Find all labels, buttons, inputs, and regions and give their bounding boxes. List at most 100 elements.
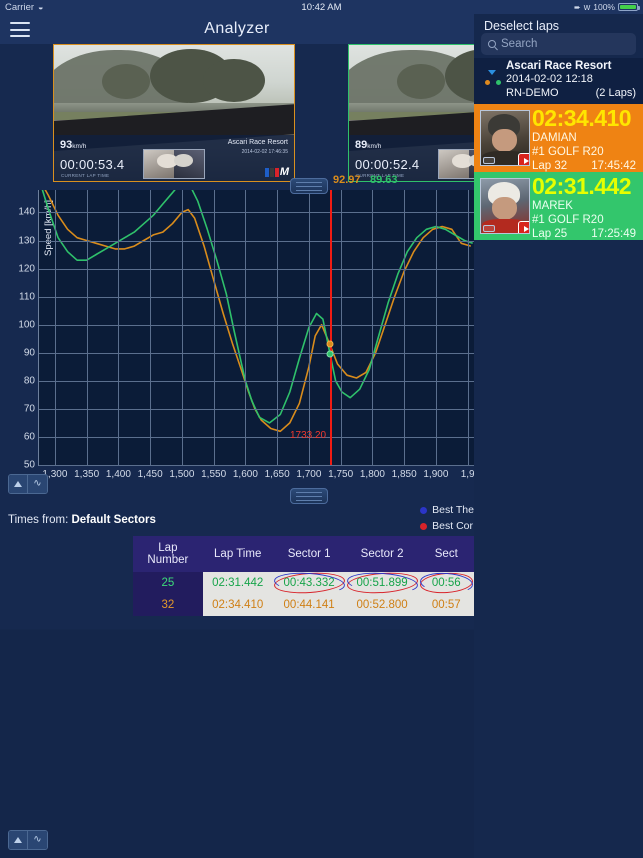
cell-lap-number: 32	[133, 594, 203, 616]
search-input[interactable]	[501, 38, 629, 50]
x-axis-tick-label: 1,9	[460, 469, 474, 480]
disclosure-triangle-icon[interactable]	[488, 70, 496, 75]
lap-times-section: Times from: Default Sectors Best The Bes…	[0, 496, 474, 686]
bmw-m-logo: M	[244, 166, 289, 178]
drag-grip[interactable]	[483, 157, 495, 164]
gridline-vertical	[372, 190, 374, 465]
times-from-value[interactable]: Default Sectors	[71, 514, 155, 526]
cursor-x-value: 1733.20	[289, 430, 327, 441]
chart-series-svg	[41, 190, 473, 433]
gridline-vertical	[467, 190, 469, 465]
battery-icon	[618, 3, 640, 11]
video-telemetry-overlay: 89km/h 00:00:52.4 CURRENT LAP TIME Ascar…	[349, 134, 474, 181]
gridline-horizontal	[39, 296, 474, 298]
lap-card-25[interactable]: 02:31.442 MAREK #1 GOLF R20 Lap 25 17:25…	[474, 172, 643, 240]
x-axis-tick-label: 1,550	[201, 469, 227, 480]
video-player-lap25[interactable]: 89km/h 00:00:52.4 CURRENT LAP TIME Ascar…	[348, 44, 474, 182]
table-row[interactable]: 32 02:34.410 00:44.141 00:52.800 00:57	[133, 594, 474, 616]
gridline-vertical	[54, 190, 56, 465]
play-icon[interactable]	[518, 153, 529, 165]
play-icon[interactable]	[518, 221, 529, 233]
search-icon	[488, 40, 496, 48]
gridline-vertical	[245, 190, 247, 465]
bluetooth-icon: w	[583, 2, 591, 12]
bottom-mini-buttons: ∿	[8, 830, 48, 850]
bottom-bar: ∿	[0, 818, 474, 858]
lap-clock-time: 17:45:42	[591, 160, 636, 172]
table-header-row: Lap Number Lap Time Sector 1 Sector 2 Se…	[133, 536, 474, 572]
legend-label: Best Cor	[432, 520, 474, 532]
status-bar-clock: 10:42 AM	[301, 1, 342, 13]
y-axis-tick-label: 60	[23, 431, 35, 443]
lap-times-table: Lap Number Lap Time Sector 1 Sector 2 Se…	[133, 536, 474, 616]
status-bar: Carrier ◒ 10:42 AM ➨ w 100%	[0, 0, 643, 14]
gridline-vertical	[181, 190, 183, 465]
picture-in-picture-driver-cam[interactable]	[143, 149, 205, 179]
collapse-icon[interactable]	[9, 831, 28, 849]
picture-in-picture-driver-cam[interactable]	[438, 149, 474, 179]
x-axis-tick-label: 1,750	[328, 469, 354, 480]
search-input-wrapper[interactable]	[481, 33, 636, 55]
y-axis-tick-label: 100	[18, 319, 35, 331]
gridline-vertical	[118, 190, 120, 465]
gridline-horizontal	[39, 240, 474, 242]
driver-avatar[interactable]	[480, 110, 530, 166]
gridline-horizontal	[39, 436, 474, 438]
gridline-vertical	[404, 190, 406, 465]
page-title: Analyzer	[204, 20, 270, 37]
cell-sector-2: 00:51.899	[345, 570, 419, 596]
drag-grip[interactable]	[483, 225, 495, 232]
table-row[interactable]: 25 02:31.442 00:43.332 00:51.899 00:56	[133, 570, 474, 596]
gridline-vertical	[340, 190, 342, 465]
column-header-sector-2[interactable]: Sector 2	[345, 536, 419, 572]
lap-card-32[interactable]: 02:34.410 DAMIAN #1 GOLF R20 Lap 32 17:4…	[474, 104, 643, 172]
video-player-lap32[interactable]: 93km/h 00:00:53.4 CURRENT LAP TIME Ascar…	[53, 44, 295, 182]
video-lap-time: 00:00:53.4	[60, 157, 125, 172]
cell-lap-number: 25	[133, 572, 203, 594]
column-header-sector-1[interactable]: Sector 1	[272, 536, 346, 572]
column-header-lap-number[interactable]: Lap Number	[133, 536, 203, 572]
column-header-lap-time[interactable]: Lap Time	[202, 536, 273, 572]
lap-number: Lap 32	[532, 160, 568, 172]
chart-cursor-line[interactable]	[329, 190, 333, 465]
cursor-point-lap32	[326, 340, 334, 348]
gridline-horizontal	[39, 324, 474, 326]
chart-top-drag-handle[interactable]	[289, 178, 328, 194]
lap-time: 02:31.442	[532, 173, 632, 199]
x-axis-tick-label: 1,500	[169, 469, 195, 480]
cell-sector-2: 00:52.800	[345, 594, 419, 616]
x-axis-tick-label: 1,700	[296, 469, 322, 480]
y-axis-tick-label: 130	[18, 235, 35, 246]
battery-percent: 100%	[593, 2, 615, 12]
x-axis-tick-label: 1,400	[105, 469, 131, 480]
video-track-name: Ascari Race Resort	[227, 138, 288, 146]
chart-line-lap-32	[44, 190, 472, 433]
driver-avatar[interactable]	[480, 178, 530, 234]
collapse-icon[interactable]	[9, 475, 28, 493]
chart-legend: Best The Best Cor	[420, 504, 474, 536]
driver-name: DAMIAN	[532, 132, 577, 144]
lap-color-dot-green	[496, 80, 501, 85]
legend-dot-red	[420, 522, 428, 530]
laps-sidebar: Deselect laps Ascari Race Resort 2014-02…	[474, 0, 643, 858]
session-card[interactable]: Ascari Race Resort 2014-02-02 12:18 RN-D…	[474, 58, 643, 104]
chart-mini-buttons: ∿	[8, 474, 48, 494]
x-axis-tick-label: 1,800	[359, 469, 385, 480]
y-axis-tick-label: 50	[23, 459, 35, 471]
x-axis-tick-label: 1,850	[391, 469, 417, 480]
session-datetime: 2014-02-02 12:18	[506, 73, 593, 85]
cell-sector-1: 00:44.141	[272, 594, 346, 616]
session-lap-count: (2 Laps)	[595, 87, 636, 99]
waveform-icon[interactable]: ∿	[28, 475, 47, 493]
gridline-horizontal	[39, 268, 474, 270]
chart-plot-area[interactable]: Speed [km/h] 50 60 70 80 90 100 110 120 130 140 1,…	[18, 174, 474, 480]
chart-bottom-drag-handle[interactable]	[289, 488, 328, 504]
x-axis-tick-label: 1,350	[74, 469, 100, 480]
lap-number: Lap 25	[532, 228, 568, 240]
gridline-vertical	[277, 190, 279, 465]
waveform-icon[interactable]: ∿	[28, 831, 47, 849]
video-speed: 89km/h	[355, 138, 382, 151]
cell-lap-time: 02:34.410	[202, 594, 273, 616]
main-pane: 93km/h 00:00:53.4 CURRENT LAP TIME Ascar…	[0, 44, 474, 858]
column-header-sector-3[interactable]: Sect	[418, 536, 474, 572]
